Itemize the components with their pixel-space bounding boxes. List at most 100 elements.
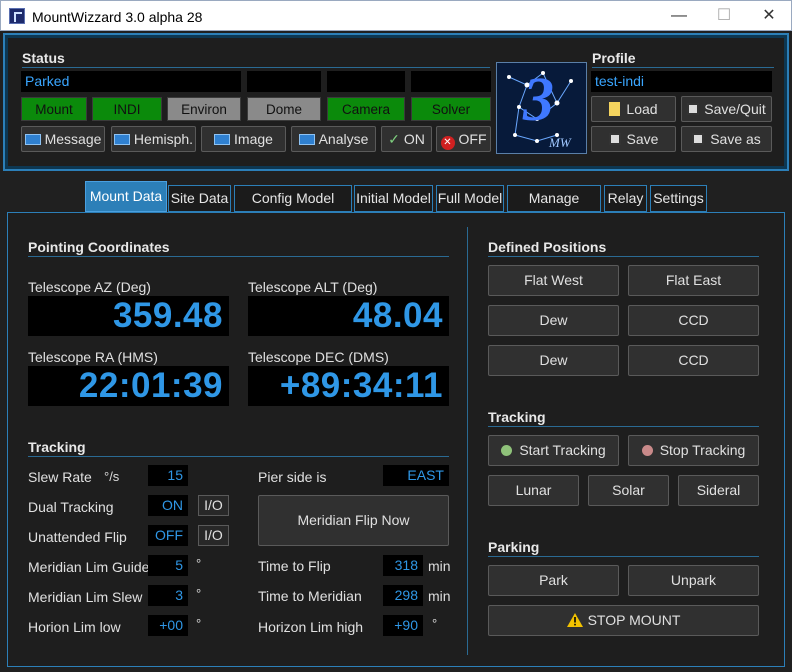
indicator-solver: Solver (411, 97, 491, 121)
indicator-camera: Camera (327, 97, 405, 121)
status-field-2 (247, 71, 321, 92)
alt-label: Telescope ALT (Deg) (248, 279, 378, 295)
sidereal-button[interactable]: Sideral (678, 475, 759, 506)
maximize-button[interactable]: ☐ (701, 2, 747, 30)
stop-tracking-button[interactable]: Stop Tracking (628, 435, 759, 466)
off-label: OFF (458, 131, 487, 147)
save-as-button[interactable]: Save as (681, 126, 772, 152)
red-light-icon (641, 445, 653, 456)
tab-relay[interactable]: Relay (604, 185, 647, 212)
hemisphere-label: Hemisph. (133, 131, 194, 147)
horizon-lim-high-label: Horizon Lim high (258, 619, 364, 635)
save-quit-label: Save/Quit (704, 101, 766, 117)
time-to-flip-value: 318 (383, 555, 423, 576)
slew-rate-unit: °/s (104, 469, 120, 484)
close-button[interactable]: ✕ (746, 2, 792, 30)
solar-button[interactable]: Solar (588, 475, 669, 506)
tracking-right-heading: Tracking (488, 409, 546, 425)
meridian-lim-guide-label: Meridian Lim Guide (28, 559, 150, 575)
tracking-left-divider (28, 456, 449, 457)
tracking-left-heading: Tracking (28, 439, 86, 455)
tab-site-data[interactable]: Site Data (168, 185, 231, 212)
meridian-lim-guide-value[interactable]: 5 (148, 555, 188, 576)
save-quit-button[interactable]: Save/Quit (681, 96, 772, 122)
tab-config-model-build[interactable]: Config Model Build (234, 185, 352, 231)
analyse-button[interactable]: Analyse (291, 126, 376, 152)
status-field-main: Parked (21, 71, 241, 92)
dew-button-2[interactable]: Dew (488, 345, 619, 376)
minimize-button[interactable]: — (656, 2, 702, 30)
unattended-flip-value: OFF (148, 525, 188, 546)
tab-manage-model[interactable]: Manage Model (507, 185, 601, 231)
indicator-dome: Dome (247, 97, 321, 121)
ra-label: Telescope RA (HMS) (28, 349, 158, 365)
time-to-meridian-value: 298 (383, 585, 423, 606)
on-button[interactable]: ✓ ON (381, 126, 432, 152)
green-light-icon (501, 445, 513, 456)
profile-name-field[interactable]: test-indi (591, 71, 772, 92)
indicator-indi: INDI (92, 97, 162, 121)
time-to-flip-label: Time to Flip (258, 558, 331, 574)
slew-rate-label: Slew Rate (28, 469, 92, 485)
lunar-button[interactable]: Lunar (488, 475, 579, 506)
flat-west-button[interactable]: Flat West (488, 265, 619, 296)
parking-divider (488, 556, 759, 557)
window-title: MountWizzard 3.0 alpha 28 (32, 9, 203, 25)
dec-label: Telescope DEC (DMS) (248, 349, 389, 365)
stop-mount-label: STOP MOUNT (587, 612, 681, 628)
status-divider (22, 67, 490, 68)
pointing-divider (28, 256, 449, 257)
monitor-icon (214, 134, 231, 145)
monitor-icon (24, 134, 41, 145)
ccd-button-2[interactable]: CCD (628, 345, 759, 376)
status-field-3 (327, 71, 405, 92)
stop-mount-button[interactable]: STOP MOUNT (488, 605, 759, 636)
on-label: ON (403, 131, 425, 147)
tracking-right-divider (488, 426, 759, 427)
save-as-label: Save as (710, 131, 761, 147)
horizon-lim-low-label: Horion Lim low (28, 619, 121, 635)
error-icon: ✕ (440, 136, 455, 150)
hemisphere-button[interactable]: Hemisph. (111, 126, 196, 152)
horizon-lim-high-value[interactable]: +90 (383, 615, 423, 636)
tab-initial-model[interactable]: Initial Model (354, 185, 433, 212)
image-button[interactable]: Image (201, 126, 286, 152)
floppy-icon (687, 103, 700, 115)
meridian-flip-now-button[interactable]: Meridian Flip Now (258, 495, 449, 546)
message-button[interactable]: Message (21, 126, 105, 152)
tab-full-model[interactable]: Full Model (436, 185, 504, 212)
save-button[interactable]: Save (591, 126, 676, 152)
dual-tracking-toggle[interactable]: I/O (198, 495, 229, 516)
column-divider (467, 227, 468, 655)
ccd-button-1[interactable]: CCD (628, 305, 759, 336)
time-to-meridian-unit: min (428, 588, 451, 604)
profile-divider (592, 67, 774, 68)
horizon-lim-high-unit: ° (432, 616, 438, 631)
time-to-flip-unit: min (428, 558, 451, 574)
slew-rate-value[interactable]: 15 (148, 465, 188, 486)
load-button[interactable]: Load (591, 96, 676, 122)
indicator-environ: Environ (167, 97, 241, 121)
parking-heading: Parking (488, 539, 540, 555)
indicator-mount: Mount (21, 97, 87, 121)
monitor-icon (298, 134, 315, 145)
horizon-lim-low-value[interactable]: +00 (148, 615, 188, 636)
dual-tracking-value: ON (148, 495, 188, 516)
tab-settings[interactable]: Settings (650, 185, 707, 212)
flat-east-button[interactable]: Flat East (628, 265, 759, 296)
meridian-lim-slew-value[interactable]: 3 (148, 585, 188, 606)
unattended-flip-toggle[interactable]: I/O (198, 525, 229, 546)
unpark-button[interactable]: Unpark (628, 565, 759, 596)
meridian-lim-guide-unit: ° (196, 556, 202, 571)
park-button[interactable]: Park (488, 565, 619, 596)
load-label: Load (626, 101, 658, 117)
off-button[interactable]: ✕ OFF (436, 126, 491, 152)
pier-side-value: EAST (383, 465, 449, 486)
meridian-lim-slew-unit: ° (196, 586, 202, 601)
pier-side-label: Pier side is (258, 469, 327, 485)
dew-button-1[interactable]: Dew (488, 305, 619, 336)
start-tracking-button[interactable]: Start Tracking (488, 435, 619, 466)
az-value: 359.48 (28, 296, 229, 336)
folder-icon (609, 102, 621, 116)
tab-mount-data[interactable]: Mount Data (85, 181, 167, 212)
